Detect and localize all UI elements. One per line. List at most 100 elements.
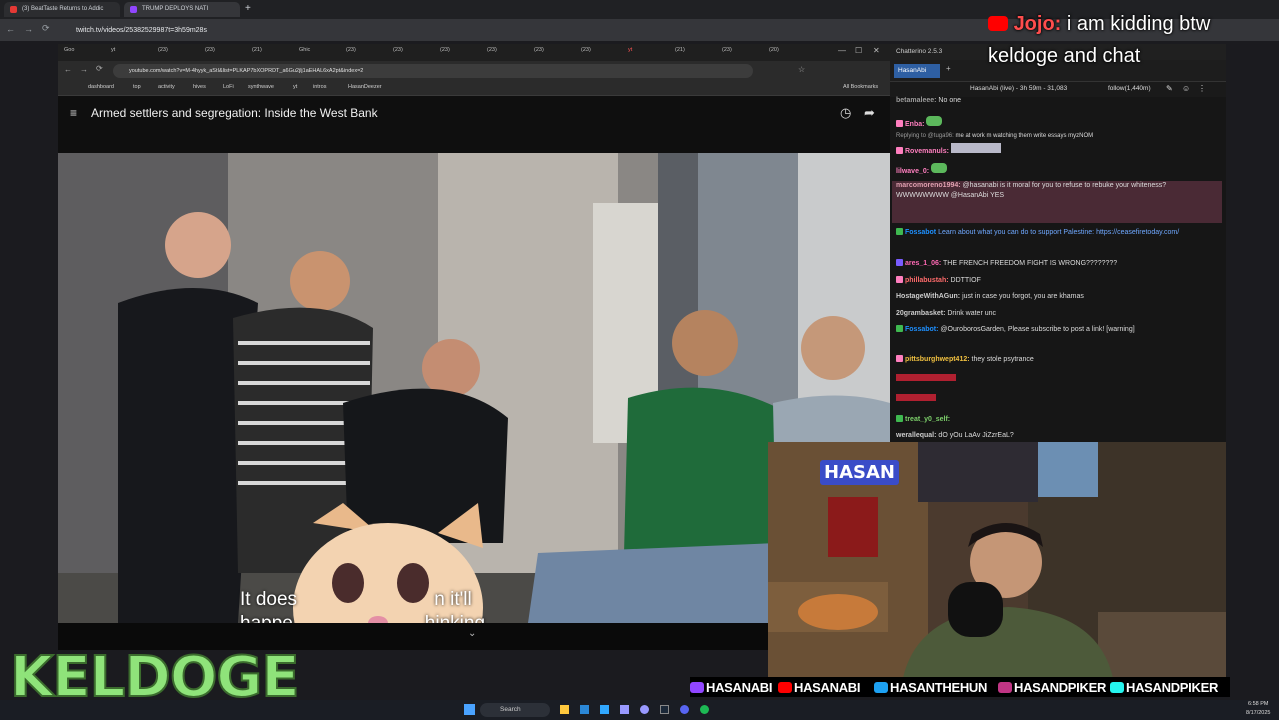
chat-text: dO yOu LaAv JiZzrEaL? bbox=[938, 432, 1014, 439]
chat-message: werallequal: dO yOu LaAv JiZzrEaL? bbox=[896, 431, 1218, 441]
file-explorer-icon[interactable] bbox=[560, 705, 569, 714]
chat-username[interactable]: ares_1_06: bbox=[905, 260, 941, 267]
discord-icon[interactable] bbox=[680, 705, 689, 714]
chat-message: betamaleee: No one bbox=[896, 96, 1218, 106]
inner-url-field[interactable]: youtube.com/watch?v=M-4hyyk_aStI&list=PL… bbox=[113, 64, 753, 78]
maximize-icon[interactable]: ☐ bbox=[855, 46, 862, 55]
inner-tab[interactable]: (23) bbox=[346, 47, 368, 59]
inner-tab[interactable]: (20) bbox=[769, 47, 791, 59]
bookmark[interactable]: HasanDeezer bbox=[348, 84, 382, 90]
close-icon[interactable]: ✕ bbox=[873, 46, 880, 55]
reload-icon[interactable]: ⟳ bbox=[42, 23, 50, 34]
outer-tab-2[interactable]: TRUMP DEPLOYS NATI bbox=[124, 2, 240, 17]
inner-tab[interactable]: (21) bbox=[252, 47, 274, 59]
steam-icon[interactable] bbox=[660, 705, 669, 714]
pencil-icon[interactable]: ✎ bbox=[1166, 84, 1173, 93]
chat-username[interactable]: HostageWithAGun: bbox=[896, 293, 960, 300]
chat-tab-hasanabi[interactable]: HasanAbi bbox=[894, 64, 940, 78]
inner-tab[interactable]: (23) bbox=[581, 47, 603, 59]
mod-icon bbox=[896, 325, 903, 332]
chat-stream-info: HasanAbi (live) - 3h 59m - 31,083 bbox=[970, 85, 1068, 92]
forward-icon[interactable]: → bbox=[80, 65, 88, 74]
minimize-icon[interactable]: — bbox=[838, 46, 846, 55]
back-icon[interactable]: ← bbox=[64, 65, 72, 74]
bookmark[interactable]: synthwave bbox=[248, 84, 274, 90]
add-tab-icon[interactable]: + bbox=[946, 64, 951, 73]
social-handle: HASANABI bbox=[794, 680, 861, 695]
reload-icon[interactable]: ⟳ bbox=[96, 64, 103, 73]
chat-text: Learn about what you can do to support P… bbox=[938, 229, 1180, 236]
chat-username[interactable]: marcomoreno1994: bbox=[896, 182, 961, 189]
twitch-icon bbox=[690, 682, 704, 693]
windows-start-icon[interactable] bbox=[464, 704, 475, 715]
inner-tab[interactable]: (23) bbox=[205, 47, 227, 59]
inner-tab[interactable]: (23) bbox=[393, 47, 415, 59]
twitch-icon bbox=[130, 6, 137, 13]
more-icon[interactable]: ⋮ bbox=[1198, 84, 1206, 93]
chat-username[interactable]: 20grambasket: bbox=[896, 310, 945, 317]
bookmark[interactable]: hives bbox=[193, 84, 206, 90]
inner-tab[interactable]: yt bbox=[111, 47, 133, 59]
new-tab-icon[interactable]: + bbox=[245, 3, 251, 14]
taskbar-search[interactable]: Search bbox=[480, 703, 550, 717]
photoshop-icon[interactable] bbox=[600, 705, 609, 714]
chat-username[interactable]: betamaleee: bbox=[896, 97, 936, 104]
social-handles-bar: HASANABI HASANABI HASANTHEHUN HASANDPIKE… bbox=[690, 677, 1230, 697]
chat-username[interactable]: phillabustah: bbox=[905, 277, 949, 284]
bookmark[interactable]: activity bbox=[158, 84, 175, 90]
video-player[interactable] bbox=[58, 153, 890, 623]
app-icon[interactable] bbox=[580, 705, 589, 714]
pepe-emote-icon bbox=[926, 116, 943, 126]
back-icon[interactable]: ← bbox=[6, 24, 15, 34]
inner-tab[interactable]: (23) bbox=[534, 47, 556, 59]
emote-icon bbox=[950, 143, 1001, 153]
chat-username[interactable]: pittsburghwept412: bbox=[905, 356, 970, 363]
outer-url-field[interactable]: twitch.tv/videos/25382529987t=3h59m28s bbox=[68, 24, 928, 37]
bookmark[interactable]: intros bbox=[313, 84, 326, 90]
clock-date: 8/17/2025 bbox=[1246, 710, 1271, 716]
chat-text: @hasanabi is it moral for you to refuse … bbox=[962, 182, 1167, 189]
share-icon[interactable]: ➦ bbox=[864, 105, 875, 121]
heart-icon bbox=[896, 276, 903, 283]
redacted-username bbox=[896, 374, 956, 381]
users-icon[interactable]: ☺ bbox=[1182, 84, 1190, 93]
bookmark[interactable]: top bbox=[133, 84, 141, 90]
inner-tab[interactable]: (23) bbox=[487, 47, 509, 59]
inner-tab-bar: Goo yt (23) (23) (21) Ghic (23) (23) (23… bbox=[58, 44, 890, 61]
chat-username[interactable]: Enba: bbox=[905, 121, 924, 128]
chat-username[interactable]: treat_y0_self: bbox=[905, 416, 950, 423]
star-icon[interactable]: ☆ bbox=[798, 65, 805, 74]
inner-tab[interactable]: (23) bbox=[722, 47, 744, 59]
bookmark[interactable]: dashboard bbox=[88, 84, 114, 90]
outer-tab-1[interactable]: (3) BeatTaste Returns to Addic bbox=[4, 2, 120, 17]
chat-message: treat_y0_self: bbox=[896, 415, 1218, 425]
pepe-emote-icon bbox=[931, 163, 948, 173]
chat-username[interactable]: Fossabot bbox=[905, 229, 936, 236]
bookmark[interactable]: LoFi bbox=[223, 84, 234, 90]
chat-text: WWWWWWWW @HasanAbi YES bbox=[896, 192, 1005, 199]
after-effects-icon[interactable] bbox=[640, 705, 649, 714]
chevron-down-icon[interactable]: ⌄ bbox=[468, 628, 476, 639]
bookmark[interactable]: yt bbox=[293, 84, 297, 90]
chat-username[interactable]: werallequal: bbox=[896, 432, 936, 439]
spotify-icon[interactable] bbox=[700, 705, 709, 714]
inner-tab[interactable]: Goo bbox=[64, 47, 86, 59]
chat-username[interactable]: lilwave_0: bbox=[896, 168, 929, 175]
mod-icon bbox=[896, 228, 903, 235]
inner-tab-active[interactable]: yt bbox=[628, 47, 650, 59]
bookmarks-bar: dashboard top activity hives LoFi synthw… bbox=[58, 81, 890, 96]
chat-username[interactable]: Rovemanuls: bbox=[905, 148, 949, 155]
premiere-icon[interactable] bbox=[620, 705, 629, 714]
playlist-icon[interactable]: ≡ bbox=[70, 106, 77, 120]
chat-follow-mode: follow(1,440m) bbox=[1108, 85, 1151, 92]
forward-icon[interactable]: → bbox=[24, 24, 33, 34]
inner-tab[interactable]: Ghic bbox=[299, 47, 321, 59]
inner-tab[interactable]: (23) bbox=[440, 47, 462, 59]
chat-username[interactable]: Fossabot: bbox=[905, 326, 938, 333]
chat-reply-label: Replying to @tuga96: bbox=[896, 133, 954, 139]
inner-tab[interactable]: (21) bbox=[675, 47, 697, 59]
all-bookmarks[interactable]: All Bookmarks bbox=[843, 84, 878, 90]
inner-tab[interactable]: (23) bbox=[158, 47, 180, 59]
hasan-neon-sign: HASAN bbox=[820, 460, 899, 485]
watch-later-icon[interactable]: ◷ bbox=[840, 105, 851, 121]
